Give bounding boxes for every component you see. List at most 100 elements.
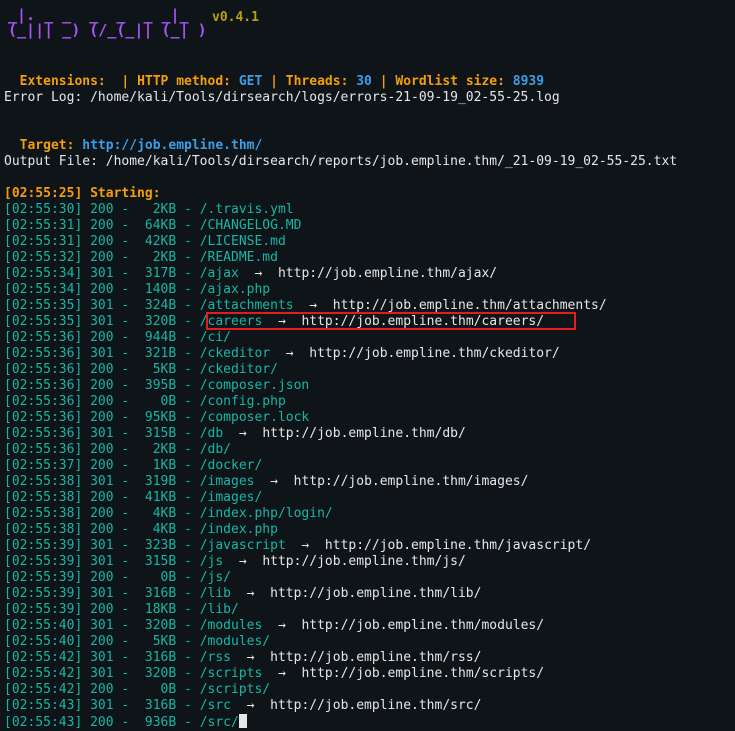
result-path: /ci/ [199, 330, 231, 345]
result-path: /LICENSE.md [199, 234, 286, 249]
result-time: [02:55:39] [4, 570, 83, 585]
result-row: [02:55:39] 301 - 323B - /javascript → ht… [4, 538, 591, 554]
result-status-size: 200 - 0B - [82, 570, 200, 585]
result-path: /ajax.php [199, 282, 271, 297]
result-path: /js/ [199, 570, 231, 585]
version-label: v0.4.1 [212, 10, 259, 25]
result-status-size: 200 - 2KB - [82, 202, 200, 217]
result-path: /index.php [199, 522, 278, 537]
result-redirect: http://job.empline.thm/attachments/ [332, 298, 607, 313]
result-row: [02:55:34] 200 - 140B - /ajax.php [4, 282, 270, 298]
result-row: [02:55:38] 301 - 319B - /images → http:/… [4, 474, 528, 490]
redirect-arrow-icon: → [238, 266, 278, 281]
result-path: /ajax [199, 266, 239, 281]
result-time: [02:55:38] [4, 522, 83, 537]
result-status-size: 200 - 42KB - [82, 234, 200, 249]
extensions-label: Extensions: [19, 74, 106, 89]
result-row: [02:55:43] 200 - 936B - /src/ [4, 714, 247, 730]
wordlist-value: 8939 [512, 74, 545, 89]
result-status-size: 200 - 5KB - [82, 634, 200, 649]
redirect-arrow-icon: → [293, 298, 333, 313]
result-row: [02:55:36] 200 - 2KB - /db/ [4, 442, 231, 458]
redirect-arrow-icon: → [262, 618, 302, 633]
result-time: [02:55:31] [4, 234, 83, 249]
result-redirect: http://job.empline.thm/images/ [293, 474, 529, 489]
result-row: [02:55:34] 301 - 317B - /ajax → http://j… [4, 266, 497, 282]
result-path: /.travis.yml [199, 202, 294, 217]
result-time: [02:55:39] [4, 554, 83, 569]
result-row: [02:55:36] 301 - 321B - /ckeditor → http… [4, 346, 560, 362]
result-status-size: 200 - 4KB - [82, 522, 200, 537]
result-time: [02:55:43] [4, 698, 83, 713]
result-row: [02:55:40] 301 - 320B - /modules → http:… [4, 618, 544, 634]
result-path: /ckeditor/ [199, 362, 278, 377]
result-row: [02:55:39] 301 - 315B - /js → http://job… [4, 554, 466, 570]
result-status-size: 200 - 1KB - [82, 458, 200, 473]
result-row: [02:55:39] 301 - 316B - /lib → http://jo… [4, 586, 481, 602]
result-time: [02:55:38] [4, 506, 83, 521]
result-redirect: http://job.empline.thm/rss/ [270, 650, 482, 665]
result-time: [02:55:42] [4, 682, 83, 697]
redirect-arrow-icon: → [223, 426, 263, 441]
result-row: [02:55:36] 200 - 395B - /composer.json [4, 378, 309, 394]
result-redirect: http://job.empline.thm/javascript/ [324, 538, 592, 553]
result-time: [02:55:36] [4, 330, 83, 345]
result-time: [02:55:32] [4, 250, 83, 265]
result-row: [02:55:36] 301 - 315B - /db → http://job… [4, 426, 466, 442]
result-row: [02:55:42] 301 - 316B - /rss → http://jo… [4, 650, 481, 666]
result-time: [02:55:36] [4, 346, 83, 361]
redirect-arrow-icon: → [285, 538, 325, 553]
result-time: [02:55:39] [4, 538, 83, 553]
redirect-arrow-icon: → [270, 346, 310, 361]
result-time: [02:55:42] [4, 650, 83, 665]
threads-value: 30 [356, 74, 372, 89]
result-path: /rss [199, 650, 231, 665]
result-path: /src [199, 698, 231, 713]
result-status-size: 200 - 0B - [82, 394, 200, 409]
result-time: [02:55:40] [4, 634, 83, 649]
result-path: /CHANGELOG.MD [199, 218, 302, 233]
careers-highlight-box [206, 312, 576, 330]
result-path: /lib/ [199, 602, 239, 617]
result-path: /composer.lock [199, 410, 310, 425]
result-time: [02:55:36] [4, 426, 83, 441]
result-path: /README.md [199, 250, 278, 265]
result-row: [02:55:36] 200 - 944B - /ci/ [4, 330, 231, 346]
starting-line: [02:55:25] Starting: [4, 186, 161, 201]
banner-logo-bottom: (_||| _) (/_(_|| (_| ) [8, 21, 207, 39]
result-row: [02:55:42] 301 - 320B - /scripts → http:… [4, 666, 544, 682]
result-time: [02:55:34] [4, 282, 83, 297]
result-status-size: 200 - 140B - [82, 282, 200, 297]
result-redirect: http://job.empline.thm/modules/ [301, 618, 545, 633]
result-status-size: 301 - 319B - [82, 474, 200, 489]
result-status-size: 301 - 323B - [82, 538, 200, 553]
redirect-arrow-icon: → [262, 666, 302, 681]
result-status-size: 301 - 320B - [82, 618, 200, 633]
result-row: [02:55:36] 200 - 5KB - /ckeditor/ [4, 362, 278, 378]
result-time: [02:55:36] [4, 378, 83, 393]
dirsearch-banner: _|. _ _ _ _ _ _|_ (_||| _) (/_(_|| (_| ) [8, 6, 208, 42]
separator: | [121, 74, 130, 89]
error-log-line: Error Log: /home/kali/Tools/dirsearch/lo… [4, 90, 560, 105]
result-row: [02:55:40] 200 - 5KB - /modules/ [4, 634, 270, 650]
result-row: [02:55:39] 200 - 18KB - /lib/ [4, 602, 239, 618]
result-redirect: http://job.empline.thm/src/ [270, 698, 482, 713]
result-time: [02:55:39] [4, 602, 83, 617]
redirect-arrow-icon: → [231, 586, 271, 601]
result-status-size: 200 - 395B - [82, 378, 200, 393]
result-row: [02:55:42] 200 - 0B - /scripts/ [4, 682, 270, 698]
wordlist-label: Wordlist size: [395, 74, 505, 89]
result-status-size: 301 - 324B - [82, 298, 200, 313]
result-path: /images [199, 474, 255, 489]
threads-label: Threads: [285, 74, 349, 89]
result-status-size: 200 - 2KB - [82, 442, 200, 457]
result-path: /config.php [199, 394, 286, 409]
result-path: /scripts [199, 666, 263, 681]
http-method-value: GET [238, 74, 263, 89]
result-time: [02:55:36] [4, 362, 83, 377]
result-status-size: 200 - 41KB - [82, 490, 200, 505]
result-path: /images/ [199, 490, 263, 505]
result-time: [02:55:36] [4, 394, 83, 409]
result-path: /modules/ [199, 634, 271, 649]
result-time: [02:55:37] [4, 458, 83, 473]
